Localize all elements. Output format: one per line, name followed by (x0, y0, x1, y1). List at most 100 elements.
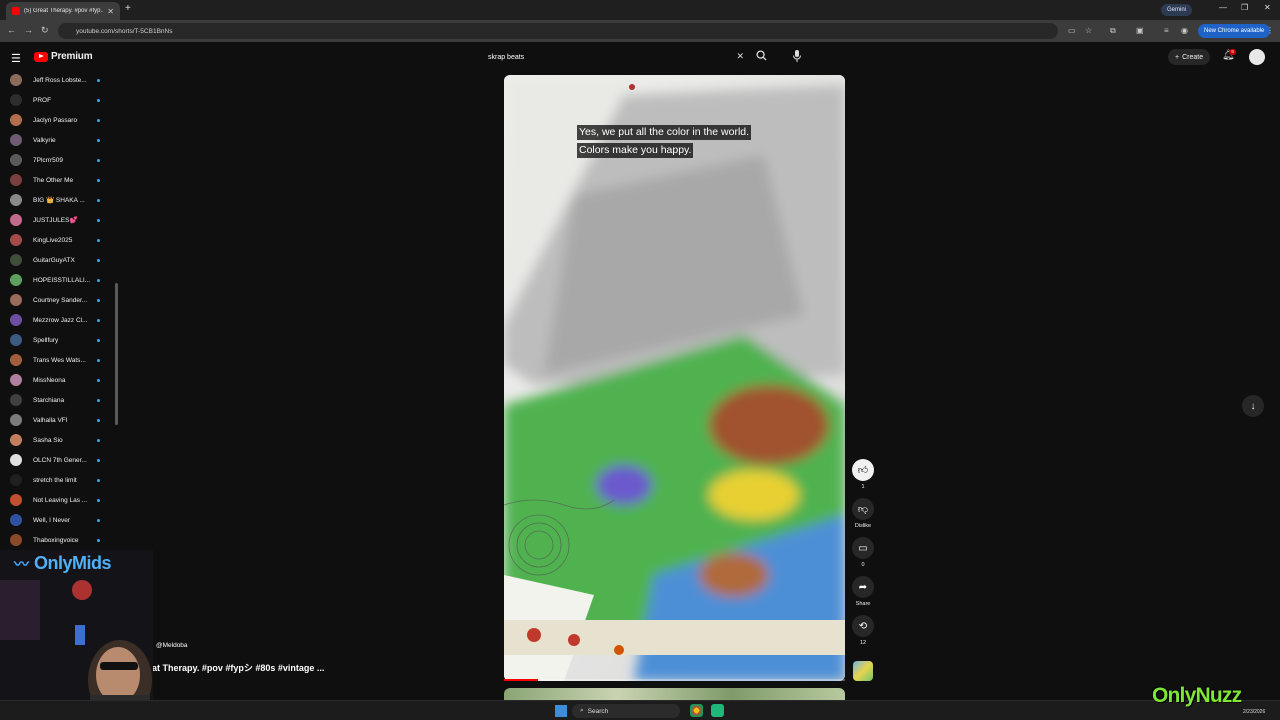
sidebar-subscription-item[interactable]: HOPEISSTILLALI... (0, 270, 110, 290)
sidebar-subscription-item[interactable]: Not Leaving Las ... (0, 490, 110, 510)
sidebar-subscription-item[interactable]: Jaclyn Passaro (0, 110, 110, 130)
plus-icon: + (1175, 53, 1180, 61)
taskbar-search[interactable]: ⌕ Search (572, 704, 680, 718)
new-content-dot (97, 198, 100, 202)
new-content-dot (97, 378, 100, 382)
subscription-name: Spellfury (33, 336, 59, 344)
profile-icon[interactable]: ◉ (1181, 26, 1188, 35)
subscription-name: BIG 👑 SHAKA ... (33, 197, 85, 204)
reload-icon[interactable]: ↻ (41, 25, 49, 36)
windows-start-icon[interactable] (555, 705, 567, 717)
sidebar-subscription-item[interactable]: stretch the limit (0, 470, 110, 490)
create-button[interactable]: + Create (1168, 49, 1211, 65)
address-bar[interactable]: youtube.com/shorts/T-5CB1BnNs (58, 23, 1058, 39)
sidebar-scrollbar[interactable] (115, 283, 118, 425)
new-tab-button[interactable]: + (125, 3, 131, 14)
new-content-dot (97, 98, 100, 102)
search-input[interactable]: skrap beats ✕ (480, 47, 750, 67)
sidebar-subscription-item[interactable]: The Other Me (0, 170, 110, 190)
channel-avatar (10, 294, 22, 306)
channel-avatar (10, 94, 22, 106)
sidebar-subscription-item[interactable]: Starchiana (0, 390, 110, 410)
sidebar-subscription-item[interactable]: Valhalla VFI (0, 410, 110, 430)
sidebar-subscription-item[interactable]: OLCN 7th Gener... (0, 450, 110, 470)
channel-avatar (10, 174, 22, 186)
sidebar-subscription-item[interactable]: Spellfury (0, 330, 110, 350)
reading-list-icon[interactable]: ≡ (1164, 26, 1169, 35)
subscription-name: The Other Me (33, 176, 74, 184)
clear-search-icon[interactable]: ✕ (736, 51, 744, 62)
restore-icon[interactable]: ❐ (1241, 3, 1248, 12)
dislike-action[interactable]: 👎︎ Dislike (852, 498, 874, 529)
remix-icon[interactable]: ⟲ (852, 615, 874, 637)
like-action[interactable]: 👍︎ 1 (852, 459, 874, 490)
sidebar-subscription-item[interactable]: KingLive2025 (0, 230, 110, 250)
new-content-dot (97, 498, 100, 502)
channel-avatar (10, 234, 22, 246)
shorts-video-player[interactable] (504, 75, 845, 681)
sidebar-subscription-item[interactable]: Sasha Sio (0, 430, 110, 450)
close-tab-icon[interactable]: ✕ (107, 7, 114, 16)
sidebar-subscription-item[interactable]: Well, I Never (0, 510, 110, 530)
share-icon[interactable]: ➦ (852, 576, 874, 598)
sidebar-subscription-item[interactable]: Valkyrie (0, 130, 110, 150)
webcam-overlay (0, 550, 153, 720)
thumbs-up-icon[interactable]: 👍︎ (852, 459, 874, 481)
chrome-taskbar-icon[interactable] (690, 704, 703, 717)
youtube-favicon-icon (12, 7, 20, 15)
search-icon[interactable] (756, 50, 767, 64)
new-content-dot (97, 338, 100, 342)
sidebar-subscription-item[interactable]: GuitarGuyATX (0, 250, 110, 270)
youtube-logo[interactable]: Premium (34, 51, 93, 62)
account-avatar[interactable] (1249, 49, 1265, 65)
sidebar-subscription-item[interactable]: JUSTJULES💕 (0, 210, 110, 230)
remix-action[interactable]: ⟲ 12 (852, 615, 874, 646)
minimize-icon[interactable]: — (1219, 3, 1227, 12)
streamer-webcam-image (0, 550, 153, 720)
back-icon[interactable]: ← (7, 25, 16, 35)
update-chrome-button[interactable]: New Chrome available (1198, 24, 1271, 38)
thumbs-down-icon[interactable]: 👎︎ (852, 498, 874, 520)
new-content-dot (97, 118, 100, 122)
new-content-dot (97, 438, 100, 442)
microphone-icon[interactable] (792, 49, 804, 63)
sidebar-subscription-item[interactable]: Jeff Ross Lobste... (0, 70, 110, 90)
forward-icon[interactable]: → (24, 25, 33, 35)
logo-text: Premium (51, 51, 93, 62)
app-taskbar-icon[interactable] (711, 704, 724, 717)
extensions-icon[interactable]: ⧉ (1110, 26, 1116, 36)
sidebar-subscription-item[interactable]: MissNeona (0, 370, 110, 390)
video-progress-bar[interactable] (504, 679, 845, 681)
sidebar-subscription-item[interactable]: BIG 👑 SHAKA ... (0, 190, 110, 210)
browser-tab[interactable]: (5) Great Therapy. #pov #fyp... ✕ (6, 2, 120, 20)
next-video-arrow-icon[interactable]: ↓ (1242, 395, 1264, 417)
subscription-name: PROF (33, 96, 52, 104)
sidepanel-icon[interactable]: ▣ (1136, 26, 1144, 35)
sidebar-subscription-item[interactable]: Mezzrow Jazz Cl... (0, 310, 110, 330)
chrome-menu-icon[interactable]: ⋮ (1266, 26, 1274, 35)
channel-avatar (10, 134, 22, 146)
close-window-icon[interactable]: ✕ (1264, 3, 1271, 12)
comments-action[interactable]: ▭ 0 (852, 537, 874, 568)
sidebar-subscription-item[interactable]: Trans Wes Wats... (0, 350, 110, 370)
sound-thumbnail[interactable] (853, 661, 873, 681)
sidebar-subscription-item[interactable]: 7Plcrrr509 (0, 150, 110, 170)
onlymids-logo-icon: 〰 (14, 556, 30, 573)
comment-icon[interactable]: ▭ (852, 537, 874, 559)
sidebar-subscription-item[interactable]: Thaboxingvoice (0, 530, 110, 550)
youtube-play-icon (34, 51, 48, 62)
cast-icon[interactable]: ▭ (1068, 26, 1076, 35)
hamburger-menu-icon[interactable]: ☰ (11, 52, 21, 65)
sidebar-subscription-item[interactable]: Courtney Sander... (0, 290, 110, 310)
channel-handle[interactable]: @Meldoba (156, 642, 188, 649)
share-action[interactable]: ➦ Share (852, 576, 874, 607)
new-content-dot (97, 158, 100, 162)
subscription-name: 7Plcrrr509 (33, 156, 63, 164)
channel-avatar (10, 254, 22, 266)
bookmark-star-icon[interactable]: ☆ (1085, 26, 1092, 35)
gemini-button[interactable]: Gemini (1161, 4, 1193, 16)
subscription-name: Valhalla VFI (33, 416, 68, 424)
search-query: skrap beats (488, 53, 525, 61)
sidebar-subscription-item[interactable]: PROF (0, 90, 110, 110)
short-title: at Therapy. #pov #fypシ #80s #vintage ... (152, 663, 325, 673)
